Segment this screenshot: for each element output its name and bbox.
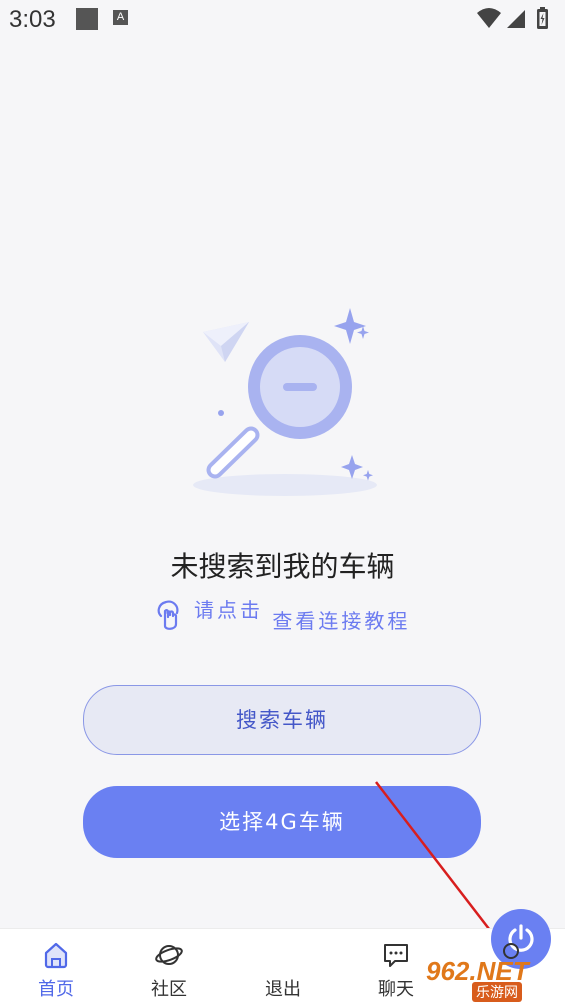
annotation-arrow xyxy=(375,781,506,952)
site-watermark: 962.NET 乐游网 xyxy=(426,948,562,1002)
tab-exit-label: 退出 xyxy=(265,979,301,1000)
chat-icon xyxy=(384,944,408,967)
tab-community-label: 社区 xyxy=(151,979,187,1000)
planet-icon xyxy=(155,945,183,965)
tab-community[interactable]: 社区 xyxy=(124,929,214,1005)
watermark-sub: 乐游网 xyxy=(472,982,522,1002)
tab-home[interactable]: 首页 xyxy=(11,929,101,1005)
tab-exit[interactable]: 退出 xyxy=(238,909,551,1005)
home-icon xyxy=(44,942,68,969)
tab-home-label: 首页 xyxy=(38,979,74,1000)
